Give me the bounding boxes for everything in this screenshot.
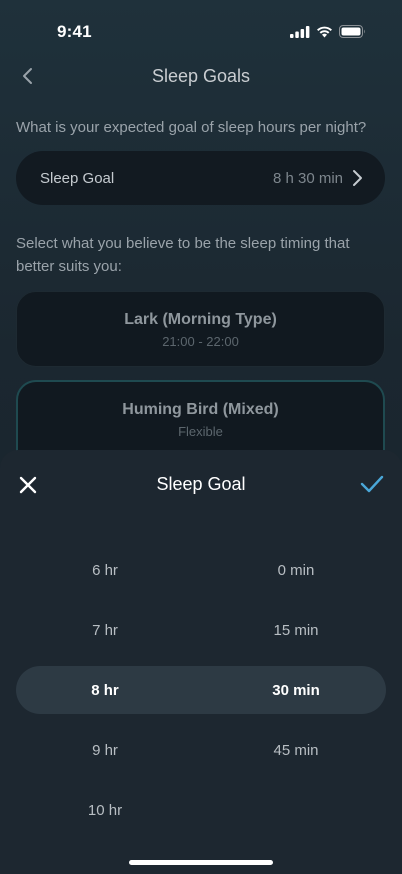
timing-option-title: Huming Bird (Mixed) [122, 401, 279, 418]
hours-option-selected[interactable]: 8 hr [45, 682, 165, 699]
sleep-goal-label: Sleep Goal [40, 169, 115, 187]
cellular-signal-icon [290, 25, 310, 38]
timing-option-subtitle: Flexible [178, 424, 223, 439]
chevron-right-icon [353, 170, 362, 186]
minutes-option-selected[interactable]: 30 min [236, 682, 356, 699]
hours-option[interactable]: 7 hr [45, 622, 165, 639]
status-time: 9:41 [57, 22, 92, 41]
minutes-option[interactable]: 15 min [236, 622, 356, 639]
minutes-option[interactable]: 45 min [236, 742, 356, 759]
minutes-option[interactable]: 0 min [236, 562, 356, 579]
hours-option[interactable]: 10 hr [45, 802, 165, 819]
page-title: Sleep Goals [151, 66, 251, 86]
timing-option-lark[interactable]: Lark (Morning Type) 21:00 - 22:00 [16, 291, 385, 367]
checkmark-icon[interactable] [360, 474, 384, 494]
sleep-timing-question: Select what you believe to be the sleep … [16, 235, 350, 275]
timing-option-subtitle: 21:00 - 22:00 [162, 334, 239, 349]
battery-icon [339, 25, 365, 38]
sleep-goal-value: 8 h 30 min [272, 169, 343, 187]
sleep-goal-row[interactable]: Sleep Goal 8 h 30 min [16, 151, 385, 205]
hours-option[interactable]: 9 hr [45, 742, 165, 759]
sleep-hours-question: What is your expected goal of sleep hour… [16, 119, 367, 136]
home-indicator[interactable] [129, 860, 273, 865]
status-icons [290, 25, 366, 38]
sheet-title: Sleep Goal [156, 474, 246, 494]
timing-option-title: Lark (Morning Type) [124, 311, 277, 328]
wifi-icon [317, 26, 332, 37]
hours-option[interactable]: 6 hr [45, 562, 165, 579]
